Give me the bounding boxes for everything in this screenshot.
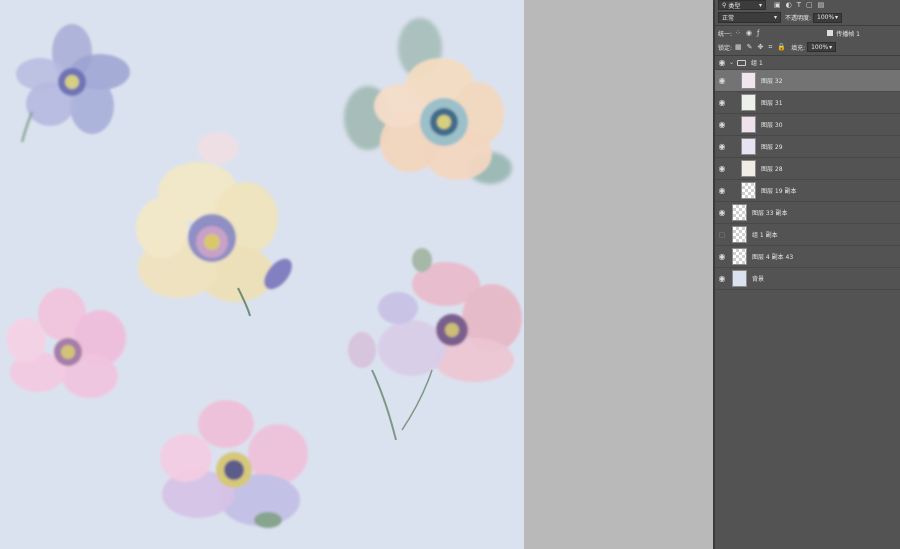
layer-row-background[interactable]: ◉ 背景 <box>715 268 900 290</box>
unify-visibility-icon[interactable]: ◉ <box>746 29 752 37</box>
checkbox-icon[interactable] <box>827 30 834 36</box>
document-canvas[interactable] <box>0 0 524 549</box>
layer-name: 图层 4 副本 43 <box>752 254 794 261</box>
layer-name: 图层 32 <box>761 78 783 85</box>
layer-thumbnail <box>732 226 747 243</box>
layer-row[interactable]: 组 1 副本 <box>715 224 900 246</box>
eye-icon[interactable]: ◉ <box>715 142 729 151</box>
peach-flower <box>344 18 512 184</box>
unify-position-icon[interactable]: ⁘ <box>735 29 741 37</box>
eye-icon[interactable]: ◉ <box>715 58 729 67</box>
pink-flower-left <box>6 288 126 398</box>
eye-icon[interactable]: ◉ <box>715 252 729 261</box>
layer-thumbnail <box>741 72 756 89</box>
folder-icon <box>737 59 747 66</box>
lock-image-icon[interactable]: ✎ <box>747 43 753 51</box>
layer-name: 图层 30 <box>761 122 783 129</box>
yellow-flower <box>136 132 292 317</box>
fill-label: 填充: <box>791 44 806 52</box>
layer-thumbnail <box>732 248 747 265</box>
layer-row[interactable]: ◉ 图层 30 <box>715 114 900 136</box>
lock-transparent-icon[interactable]: ▦ <box>735 43 742 51</box>
opacity-value: 100% <box>817 14 835 21</box>
pink-flower-right <box>348 248 522 441</box>
lock-label: 锁定: <box>718 44 733 52</box>
layer-name: 组 1 副本 <box>752 232 778 239</box>
layer-row[interactable]: ◉ 图层 28 <box>715 158 900 180</box>
filter-row: ⚲ 类型 ▾ ▣ ◐ T ▢ ▤ <box>715 0 900 10</box>
lock-row: 锁定: ▦ ✎ ✥ ⌗ 🔒 填充: 100% ▾ <box>715 40 900 54</box>
unify-row: 统一: ⁘ ◉ ƒ 传播帧 1 <box>715 27 900 39</box>
eye-hidden-slot[interactable] <box>715 224 729 246</box>
lock-icon[interactable]: 🔒 <box>777 43 786 51</box>
eye-icon[interactable]: ◉ <box>715 186 729 195</box>
layer-row[interactable]: ◉ 图层 29 <box>715 136 900 158</box>
layer-thumbnail <box>741 160 756 177</box>
layer-row[interactable]: ◉ 图层 31 <box>715 92 900 114</box>
opacity-field[interactable]: 100% ▾ <box>813 12 843 23</box>
eye-icon[interactable]: ◉ <box>715 274 729 283</box>
search-icon: ⚲ <box>722 1 727 9</box>
adjustment-filter-icon[interactable]: ◐ <box>786 1 792 9</box>
filter-kind-select[interactable]: ⚲ 类型 ▾ <box>718 0 766 10</box>
eye-icon[interactable]: ◉ <box>715 164 729 173</box>
propagate-frame-label: 传播帧 1 <box>836 30 860 38</box>
chevron-down-icon: ▾ <box>829 43 833 51</box>
lock-position-icon[interactable]: ✥ <box>758 43 764 51</box>
blend-row: 正常 ▾ 不透明度: 100% ▾ <box>715 11 900 24</box>
lock-artboard-icon[interactable]: ⌗ <box>768 43 772 52</box>
layer-name: 组 1 <box>751 60 763 67</box>
eye-icon[interactable]: ◉ <box>715 76 729 85</box>
layer-name: 图层 28 <box>761 166 783 173</box>
layer-thumbnail <box>732 270 747 287</box>
opacity-label: 不透明度: <box>785 15 812 22</box>
layer-row-group[interactable]: ◉ ⌄ 组 1 <box>715 56 900 70</box>
unify-label: 统一: <box>718 30 733 38</box>
eye-icon[interactable]: ◉ <box>715 208 729 217</box>
canvas-artwork <box>6 18 522 528</box>
pixel-filter-icon[interactable]: ▣ <box>774 1 781 9</box>
layer-row[interactable]: ◉ 图层 33 副本 <box>715 202 900 224</box>
layer-thumbnail <box>741 182 756 199</box>
pink-flower-bottom <box>160 400 308 528</box>
layer-row[interactable]: ◉ 图层 32 <box>715 70 900 92</box>
layer-thumbnail <box>741 116 756 133</box>
fill-field[interactable]: 100% ▾ <box>807 42 837 52</box>
layer-thumbnail <box>732 204 747 221</box>
chevron-down-icon: ▾ <box>773 14 777 21</box>
eye-icon[interactable]: ◉ <box>715 120 729 129</box>
blue-flower <box>16 24 130 143</box>
chevron-down-icon: ▾ <box>835 14 839 21</box>
chevron-down-icon[interactable]: ⌄ <box>729 59 734 66</box>
unify-style-icon[interactable]: ƒ <box>757 29 759 37</box>
layer-name: 图层 33 副本 <box>752 210 788 217</box>
layer-name: 图层 31 <box>761 100 783 107</box>
layer-name: 图层 29 <box>761 144 783 151</box>
workspace-gutter <box>524 0 713 549</box>
shape-filter-icon[interactable]: ▢ <box>806 1 813 9</box>
chevron-down-icon: ▾ <box>758 1 762 9</box>
layer-thumbnail <box>741 94 756 111</box>
layer-row[interactable]: ◉ 图层 4 副本 43 <box>715 246 900 268</box>
layer-name: 图层 19 副本 <box>761 188 797 195</box>
layer-row[interactable]: ◉ 图层 19 副本 <box>715 180 900 202</box>
layers-panel: ⚲ 类型 ▾ ▣ ◐ T ▢ ▤ 正常 ▾ 不透明度: 100% ▾ 统一: ⁘… <box>715 0 900 549</box>
layer-thumbnail <box>741 138 756 155</box>
smart-object-filter-icon[interactable]: ▤ <box>818 1 825 9</box>
filter-kind-label: 类型 <box>728 2 741 10</box>
blend-mode-select[interactable]: 正常 ▾ <box>718 12 781 23</box>
fill-value: 100% <box>811 43 829 51</box>
layer-name: 背景 <box>752 276 765 283</box>
type-filter-icon[interactable]: T <box>797 1 801 9</box>
blend-mode-label: 正常 <box>722 15 735 22</box>
eye-icon[interactable]: ◉ <box>715 98 729 107</box>
